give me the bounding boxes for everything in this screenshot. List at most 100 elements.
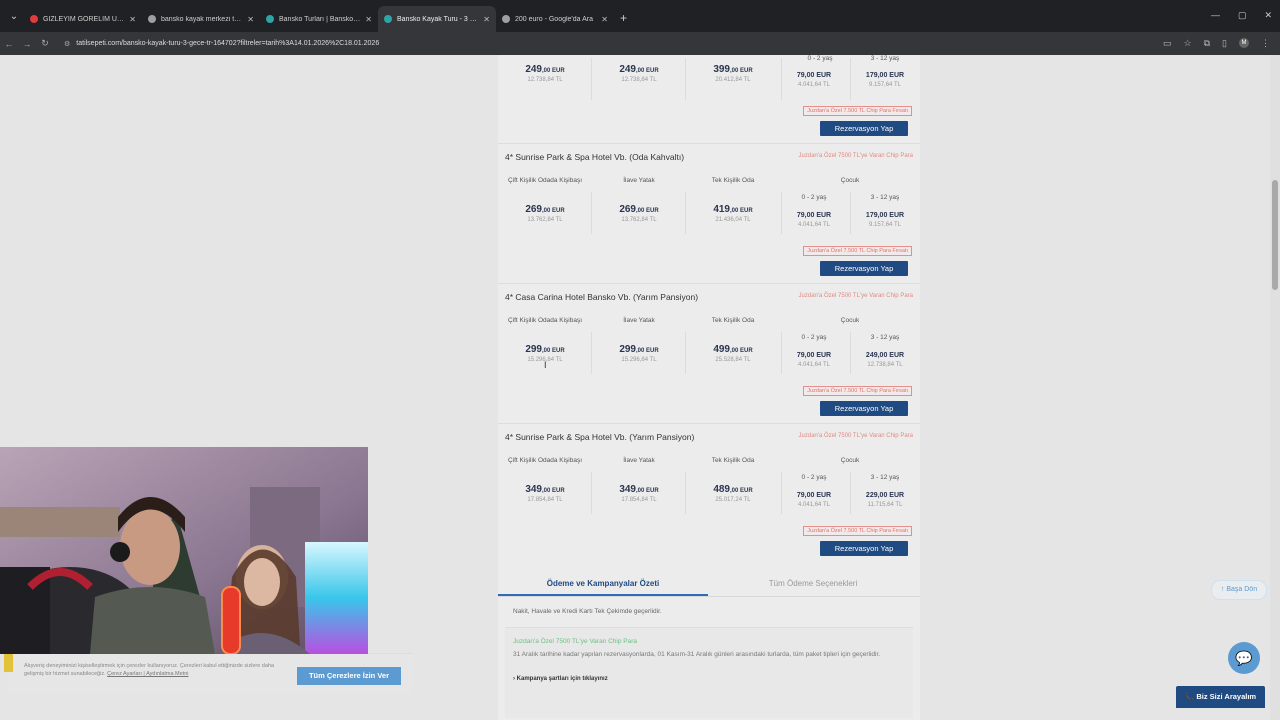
tab-payment-summary[interactable]: Ödeme ve Kampanyalar Özeti bbox=[498, 579, 708, 588]
reload-icon[interactable]: ↻ bbox=[36, 38, 54, 49]
extra-bed-price: 269,00 EUR 13.762,84 TL bbox=[594, 204, 684, 223]
bookmark-star-icon[interactable]: ☆ bbox=[1184, 38, 1192, 49]
divider bbox=[591, 472, 592, 514]
close-tab-icon[interactable]: ✕ bbox=[483, 15, 490, 24]
back-to-top-button[interactable]: ↑ Başa Dön bbox=[1211, 580, 1267, 600]
url-text: tatilsepeti.com/bansko-kayak-turu-3-gece… bbox=[76, 40, 380, 47]
child-price-eur: 79,00 EUR bbox=[796, 352, 832, 359]
price-decimal: ,00 EUR bbox=[730, 348, 753, 354]
minimize-icon[interactable]: — bbox=[1211, 10, 1220, 21]
page-scrollbar[interactable] bbox=[1270, 55, 1280, 720]
extensions-icon[interactable]: ⧉ bbox=[1204, 38, 1210, 49]
tab-favicon-icon bbox=[384, 15, 392, 23]
cookie-settings-link[interactable]: Çerez Ayarları | Aydınlatma Metni bbox=[107, 671, 188, 677]
price-eur: 269 bbox=[525, 204, 542, 215]
close-tab-icon[interactable]: ✕ bbox=[247, 15, 254, 24]
browser-tab-2[interactable]: bansko kayak merkezi turu - G ✕ bbox=[142, 6, 260, 32]
price-decimal: ,00 EUR bbox=[730, 68, 753, 74]
chip-para-note: Juzdan'a Özel 7.500 TL Chip Para Fırsatı bbox=[803, 386, 912, 396]
phone-icon: 📞 bbox=[1184, 692, 1197, 701]
browser-tab-1[interactable]: GİZLEYİM GÖRELİM ULUDAĞ | C ✕ bbox=[24, 6, 142, 32]
menu-icon[interactable]: ⋮ bbox=[1261, 38, 1270, 49]
price-eur: 299 bbox=[525, 344, 542, 355]
child-price-3-12: 179,00 EUR 9.157,64 TL bbox=[855, 72, 915, 88]
webcam-feed-image bbox=[0, 447, 368, 654]
col-single-room: Tek Kişilik Oda bbox=[711, 457, 755, 464]
tab-favicon-icon bbox=[148, 15, 156, 23]
age-label: 0 - 2 yaş bbox=[801, 334, 827, 341]
forward-icon[interactable]: → bbox=[18, 39, 36, 49]
col-double-room: Çift Kişilik Odada Kişibaşı bbox=[507, 177, 583, 184]
price-eur: 249 bbox=[525, 64, 542, 75]
campaign-description: 31 Aralık tarihine kadar yapılan rezerva… bbox=[513, 651, 881, 658]
price-tl: 12.738,84 TL bbox=[527, 77, 563, 83]
price-tl: 17.854,84 TL bbox=[621, 497, 657, 503]
tour-price-list: 249,00 EUR 12.738,84 TL 249,00 EUR 12.73… bbox=[498, 55, 920, 720]
tab-search-icon[interactable]: ⌄ bbox=[4, 6, 24, 26]
reserve-button[interactable]: Rezervasyon Yap bbox=[820, 401, 908, 416]
single-room-price: 419,00 EUR 21.436,04 TL bbox=[688, 204, 778, 223]
close-window-icon[interactable]: ✕ bbox=[1264, 10, 1272, 21]
campaign-terms-link[interactable]: › Kampanya şartları için tıklayınız bbox=[513, 676, 608, 682]
browser-tab-5[interactable]: 200 euro - Google'da Ara ✕ bbox=[496, 6, 614, 32]
child-price-tl: 4.041,64 TL bbox=[798, 222, 830, 228]
price-eur: 489 bbox=[713, 484, 730, 495]
divider bbox=[850, 192, 851, 234]
close-tab-icon[interactable]: ✕ bbox=[365, 15, 372, 24]
tab-favicon-icon bbox=[30, 15, 38, 23]
price-decimal: ,00 EUR bbox=[636, 488, 659, 494]
child-price-0-2: 79,00 EUR 4.041,64 TL bbox=[784, 72, 844, 88]
cookie-banner: Alışveriş deneyiminizi kişiselleştirmek … bbox=[7, 653, 413, 694]
price-tl: 13.762,84 TL bbox=[527, 217, 563, 223]
extra-bed-price: 349,00 EUR 17.854,84 TL bbox=[594, 484, 684, 503]
divider bbox=[591, 58, 592, 100]
divider bbox=[850, 332, 851, 374]
new-tab-icon[interactable]: + bbox=[620, 11, 627, 25]
divider bbox=[591, 332, 592, 374]
install-icon[interactable]: ▭ bbox=[1163, 38, 1172, 49]
price-tl: 21.436,04 TL bbox=[715, 217, 751, 223]
browser-tab-4-active[interactable]: Bansko Kayak Turu - 3 Gece ✕ bbox=[378, 6, 496, 32]
col-child: Çocuk bbox=[840, 177, 860, 184]
child-price-eur: 179,00 EUR bbox=[865, 72, 905, 79]
divider bbox=[781, 58, 782, 100]
double-room-price: 349,00 EUR 17.854,84 TL bbox=[500, 484, 590, 503]
child-price-eur: 79,00 EUR bbox=[796, 212, 832, 219]
back-icon[interactable]: ← bbox=[0, 39, 18, 49]
child-price-3-12: 249,00 EUR 12.738,84 TL bbox=[855, 352, 915, 368]
child-price-tl: 4.041,64 TL bbox=[798, 82, 830, 88]
url-field[interactable]: ⚙ tatilsepeti.com/bansko-kayak-turu-3-ge… bbox=[64, 40, 379, 48]
reserve-button[interactable]: Rezervasyon Yap bbox=[820, 121, 908, 136]
child-price-0-2: 79,00 EUR 4.041,64 TL bbox=[784, 492, 844, 508]
chat-bubble-icon[interactable]: 💬 bbox=[1228, 642, 1260, 674]
site-info-icon[interactable]: ⚙ bbox=[64, 40, 70, 48]
price-decimal: ,00 EUR bbox=[542, 488, 565, 494]
price-decimal: ,00 EUR bbox=[730, 488, 753, 494]
price-eur: 399 bbox=[713, 64, 730, 75]
divider bbox=[498, 143, 920, 144]
maximize-icon[interactable]: ▢ bbox=[1238, 10, 1247, 21]
close-tab-icon[interactable]: ✕ bbox=[601, 15, 608, 24]
chip-para-note: Juzdan'a Özel 7.500 TL Chip Para Fırsatı bbox=[803, 106, 912, 116]
call-me-label: Biz Sizi Arayalım bbox=[1196, 692, 1257, 701]
browser-tab-3[interactable]: Bansko Turları | Bansko Turu Fi ✕ bbox=[260, 6, 378, 32]
accept-all-cookies-button[interactable]: Tüm Çerezlere İzin Ver bbox=[297, 667, 401, 685]
text-cursor-icon: I bbox=[544, 360, 547, 370]
price-decimal: ,00 EUR bbox=[730, 208, 753, 214]
divider bbox=[850, 472, 851, 514]
reserve-button[interactable]: Rezervasyon Yap bbox=[820, 541, 908, 556]
child-price-3-12: 229,00 EUR 11.715,64 TL bbox=[855, 492, 915, 508]
sidebar-icon[interactable]: ▯ bbox=[1222, 38, 1227, 49]
scrollbar-thumb[interactable] bbox=[1272, 180, 1278, 290]
tab-title: Bansko Turları | Bansko Turu Fi bbox=[279, 15, 361, 23]
age-label: 0 - 2 yaş bbox=[801, 474, 827, 481]
price-tl: 20.412,84 TL bbox=[715, 77, 751, 83]
call-me-button[interactable]: 📞 Biz Sizi Arayalım bbox=[1176, 686, 1265, 708]
profile-avatar[interactable]: M bbox=[1239, 38, 1249, 48]
close-tab-icon[interactable]: ✕ bbox=[129, 15, 136, 24]
chip-para-promo: Juzdan'a Özel 7500 TL'ye Varan Chip Para bbox=[798, 153, 913, 159]
col-child: Çocuk bbox=[840, 317, 860, 324]
age-label: 3 - 12 yaş bbox=[870, 334, 900, 341]
tab-all-payment-options[interactable]: Tüm Ödeme Seçenekleri bbox=[708, 579, 918, 588]
reserve-button[interactable]: Rezervasyon Yap bbox=[820, 261, 908, 276]
